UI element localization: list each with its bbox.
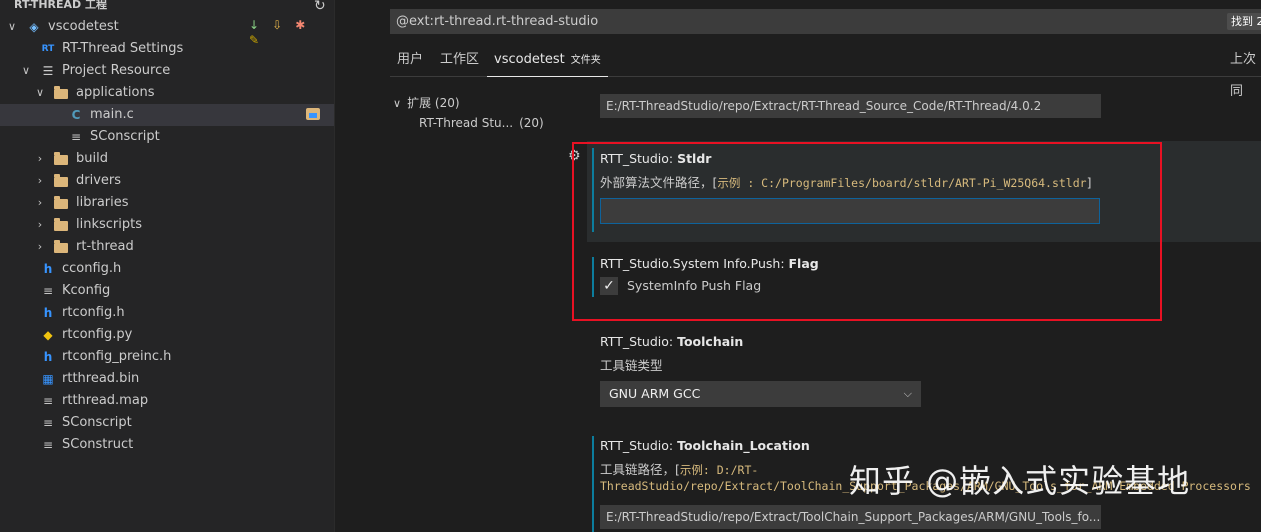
- tree-item[interactable]: ◆ rtconfig.py: [0, 324, 334, 346]
- chevron-down-icon[interactable]: ∨: [34, 82, 46, 104]
- tree-item-label: vscodetest: [48, 19, 119, 34]
- binary-file-icon: ▦: [42, 372, 54, 386]
- search-result-count: 找到 2: [1227, 13, 1261, 30]
- folder-icon: [54, 240, 68, 253]
- file-icon: ≡: [42, 416, 54, 430]
- chevron-down-icon[interactable]: ∨: [20, 60, 32, 82]
- watermark: 知乎 @嵌入式实验基地: [849, 462, 1191, 500]
- file-icon: ≡: [42, 394, 54, 408]
- toc-extensions[interactable]: ∨ 扩展 (20): [393, 94, 460, 111]
- stack-icon: ◈: [29, 20, 39, 34]
- chevron-right-icon[interactable]: ›: [34, 214, 46, 236]
- tree-item[interactable]: RT RT-Thread Settings: [0, 38, 334, 60]
- toolchain-location-description-line1: 工具链路径，[示例: D:/RT-: [600, 462, 759, 477]
- toolchain-location-title: RTT_Studio: Toolchain_Location: [600, 438, 810, 453]
- tree-item-label: applications: [76, 85, 155, 100]
- chevron-right-icon[interactable]: ›: [34, 170, 46, 192]
- tree-item[interactable]: ▦ rtthread.bin: [0, 368, 334, 390]
- tree-item[interactable]: ≡ Kconfig: [0, 280, 334, 302]
- download-icon[interactable]: ⇩: [269, 18, 285, 32]
- settings-scope-tabs: 用户 工作区 vscodetest 文件夹: [390, 44, 1261, 77]
- project-toolbar: ↓ ⇩ ✱ ✎: [246, 18, 334, 47]
- toolchain-title: RTT_Studio: Toolchain: [600, 334, 744, 349]
- tree-item-label: rtthread.map: [62, 393, 149, 408]
- header-file-icon: h: [43, 306, 53, 320]
- chevron-down-icon: ⌵: [903, 387, 912, 400]
- toolchain-select[interactable]: GNU ARM GCC ⌵: [600, 381, 921, 407]
- open-editor-icon[interactable]: [306, 108, 320, 120]
- toolchain-location-field[interactable]: E:/RT-ThreadStudio/repo/Extract/ToolChai…: [600, 505, 1101, 529]
- toolchain-description: 工具链类型: [600, 358, 663, 373]
- python-file-icon: ◆: [43, 328, 53, 342]
- tree-item-label: SConscript: [90, 129, 160, 144]
- tree-item[interactable]: Cmain.c: [0, 104, 334, 126]
- refresh-icon[interactable]: ↻: [314, 0, 326, 14]
- tree-item-label: SConscript: [62, 415, 132, 430]
- header-file-icon: h: [43, 350, 53, 364]
- explorer-title: RT-THREAD 工程: [14, 0, 107, 11]
- chevron-right-icon[interactable]: ›: [34, 192, 46, 214]
- tree-folder[interactable]: › rt-thread: [0, 236, 334, 258]
- tree-item-label: libraries: [76, 195, 129, 210]
- tab-user[interactable]: 用户: [397, 44, 423, 76]
- tree-folder[interactable]: › linkscripts: [0, 214, 334, 236]
- chevron-down-icon[interactable]: ∨: [6, 16, 18, 38]
- tree-item-label: SConstruct: [62, 437, 134, 452]
- rtthread-path-field[interactable]: E:/RT-ThreadStudio/repo/Extract/RT-Threa…: [600, 94, 1101, 118]
- tree-item-label: cconfig.h: [62, 261, 122, 276]
- tree-folder[interactable]: ∨ applications: [0, 82, 334, 104]
- rt-logo-icon: RT: [41, 44, 55, 54]
- tree-item-label: drivers: [76, 173, 122, 188]
- tree-item[interactable]: ≡ rtthread.map: [0, 390, 334, 412]
- tree-item-label: build: [76, 151, 108, 166]
- tree-item-label: Project Resource: [62, 63, 171, 78]
- last-sync-text: 上次同: [1230, 52, 1257, 99]
- tree-item[interactable]: ≡ SConstruct: [0, 434, 334, 456]
- tab-folder[interactable]: vscodetest 文件夹: [487, 44, 608, 77]
- explorer-sidebar: RT-THREAD 工程 ↻ ∨ ◈ vscodetest RT RT-Thread S…: [0, 0, 334, 532]
- tree-item-label: rtconfig.py: [62, 327, 133, 342]
- tree-item-label: RT-Thread Settings: [62, 41, 184, 56]
- folder-icon: [54, 218, 68, 231]
- sort-icon[interactable]: ↓: [246, 18, 262, 32]
- chevron-right-icon[interactable]: ›: [34, 236, 46, 258]
- tree-folder[interactable]: › libraries: [0, 192, 334, 214]
- tree-item-label: linkscripts: [76, 217, 142, 232]
- header-file-icon: h: [43, 262, 53, 276]
- tab-workspace[interactable]: 工作区: [440, 44, 479, 76]
- folder-icon: [54, 86, 68, 99]
- folder-icon: [54, 152, 68, 165]
- clean-icon[interactable]: ✎: [246, 33, 262, 47]
- tree-item[interactable]: ≡ SConscript: [0, 126, 334, 148]
- highlight-box: [572, 142, 1162, 321]
- toc-item-rt-thread-studio[interactable]: RT-Thread Stu... (20): [419, 116, 544, 130]
- tree-item[interactable]: ≡ SConscript: [0, 412, 334, 434]
- chevron-right-icon[interactable]: ›: [34, 148, 46, 170]
- tree-item-label: rt-thread: [76, 239, 134, 254]
- list-icon: ☰: [42, 64, 54, 78]
- tree-item-label: rtthread.bin: [62, 371, 140, 386]
- tree-item-label: rtconfig.h: [62, 305, 125, 320]
- settings-search-input[interactable]: @ext:rt-thread.rt-thread-studio 找到 2: [390, 9, 1261, 34]
- folder-icon: [54, 174, 68, 187]
- folder-icon: [54, 196, 68, 209]
- file-icon: ≡: [42, 438, 54, 452]
- settings-editor: @ext:rt-thread.rt-thread-studio 找到 2 用户 …: [335, 0, 1261, 532]
- file-icon: ≡: [42, 284, 54, 298]
- tree-item[interactable]: ∨ ☰ Project Resource: [0, 60, 334, 82]
- tree-item-label: main.c: [90, 107, 134, 122]
- file-icon: ≡: [70, 130, 82, 144]
- c-file-icon: C: [71, 108, 81, 122]
- tree-item[interactable]: h cconfig.h: [0, 258, 334, 280]
- tree-folder[interactable]: › build: [0, 148, 334, 170]
- search-query: @ext:rt-thread.rt-thread-studio: [396, 14, 599, 29]
- tree-item-label: Kconfig: [62, 283, 111, 298]
- tree-item-label: rtconfig_preinc.h: [62, 349, 172, 364]
- tree-item[interactable]: h rtconfig_preinc.h: [0, 346, 334, 368]
- tree-item[interactable]: h rtconfig.h: [0, 302, 334, 324]
- tree-folder[interactable]: › drivers: [0, 170, 334, 192]
- modified-indicator: [592, 436, 594, 532]
- debug-icon[interactable]: ✱: [292, 18, 308, 32]
- chevron-down-icon: ∨: [393, 97, 402, 110]
